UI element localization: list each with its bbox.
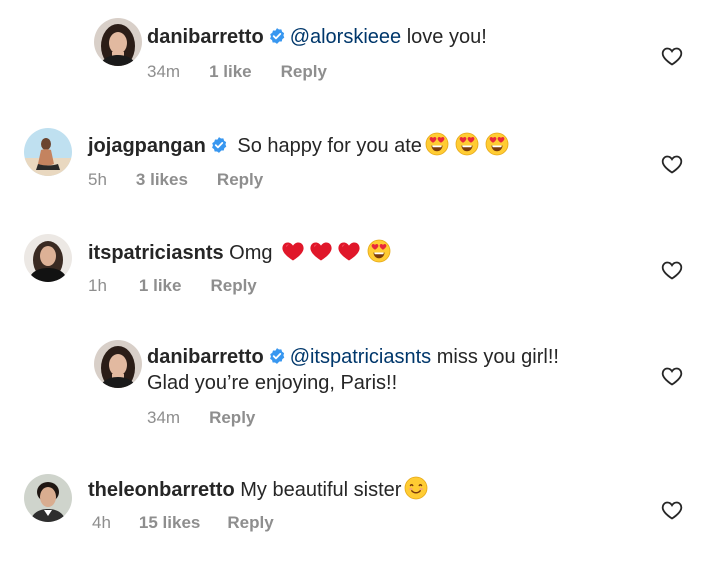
mention-link[interactable]: @itspatriciasnts — [290, 346, 431, 368]
avatar-leon — [24, 474, 72, 522]
avatar[interactable] — [94, 340, 142, 388]
avatar-dani — [94, 18, 142, 66]
verified-badge-icon — [268, 347, 286, 365]
comment-text-continued: Glad you’re enjoying, Paris!! — [147, 372, 398, 394]
red-heart-emoji — [309, 239, 333, 263]
comment-text: So happy for you ate — [231, 135, 422, 157]
like-heart-button[interactable] — [660, 364, 684, 388]
like-heart-button[interactable] — [660, 498, 684, 522]
comment-text-line: theleonbarretto My beautiful sister — [88, 476, 428, 503]
avatar-joja — [24, 128, 72, 176]
comment-meta: 1h 1 like Reply — [88, 275, 257, 297]
heart-eyes-emoji — [455, 132, 479, 156]
avatar-patricia — [24, 234, 72, 282]
comment-jojagpangan: jojagpangan So happy for you ate 5h 3 lik… — [0, 110, 720, 210]
comment-meta: 34m 1 like Reply — [147, 61, 327, 83]
comment-text-line: danibarretto @itspatriciasnts miss you gi… — [147, 344, 559, 370]
likes-count[interactable]: 3 likes — [136, 169, 188, 191]
smiling-emoji — [404, 476, 428, 500]
heart-icon — [660, 498, 684, 522]
reply-button[interactable]: Reply — [217, 169, 263, 191]
comment-text: My beautiful sister — [234, 479, 402, 501]
comment-theleonbarretto: theleonbarretto My beautiful sister 4h 15… — [0, 454, 720, 564]
red-heart-emoji — [281, 239, 305, 263]
timestamp[interactable]: 34m — [147, 61, 180, 83]
comment-reply-danibarretto-1: danibarretto @alorskieee love you! 34m 1 l… — [0, 0, 720, 100]
verified-badge-icon — [268, 27, 286, 45]
comment-text: Omg — [223, 242, 279, 264]
heart-icon — [660, 258, 684, 282]
like-heart-button[interactable] — [660, 44, 684, 68]
avatar[interactable] — [94, 18, 142, 66]
heart-icon — [660, 152, 684, 176]
comment-reply-danibarretto-2: danibarretto @itspatriciasnts miss you gi… — [0, 322, 720, 442]
comment-text: miss you girl!! — [431, 346, 559, 368]
reply-button[interactable]: Reply — [210, 275, 256, 297]
reply-button[interactable]: Reply — [209, 407, 255, 429]
reply-button[interactable]: Reply — [227, 512, 273, 534]
heart-eyes-emoji — [485, 132, 509, 156]
comment-text-line-2: Glad you’re enjoying, Paris!! — [147, 370, 397, 396]
timestamp[interactable]: 1h — [88, 275, 107, 297]
avatar[interactable] — [24, 474, 72, 522]
like-heart-button[interactable] — [660, 258, 684, 282]
heart-eyes-emoji — [425, 132, 449, 156]
comment-text: love you! — [401, 26, 487, 48]
like-heart-button[interactable] — [660, 152, 684, 176]
timestamp[interactable]: 34m — [147, 407, 180, 429]
username[interactable]: danibarretto — [147, 26, 264, 48]
avatar-dani — [94, 340, 142, 388]
heart-eyes-emoji — [367, 239, 391, 263]
username[interactable]: jojagpangan — [88, 135, 206, 157]
mention-link[interactable]: @alorskieee — [290, 26, 401, 48]
timestamp[interactable]: 5h — [88, 169, 107, 191]
comment-text-line: danibarretto @alorskieee love you! — [147, 24, 487, 50]
heart-icon — [660, 364, 684, 388]
comment-meta: 5h 3 likes Reply — [88, 169, 263, 191]
likes-count[interactable]: 1 like — [139, 275, 182, 297]
heart-icon — [660, 44, 684, 68]
likes-count[interactable]: 15 likes — [139, 512, 200, 534]
comment-meta: 4h 15 likes Reply — [88, 512, 274, 534]
timestamp[interactable]: 4h — [92, 512, 111, 534]
username[interactable]: itspatriciasnts — [88, 242, 224, 264]
verified-badge-icon — [210, 136, 228, 154]
likes-count[interactable]: 1 like — [209, 61, 252, 83]
reply-button[interactable]: Reply — [281, 61, 327, 83]
comment-text-line: jojagpangan So happy for you ate — [88, 132, 509, 159]
avatar[interactable] — [24, 128, 72, 176]
red-heart-emoji — [337, 239, 361, 263]
comment-text-line: itspatriciasnts Omg — [88, 239, 391, 266]
comment-itspatriciasnts: itspatriciasnts Omg 1h 1 like Reply — [0, 216, 720, 316]
avatar[interactable] — [24, 234, 72, 282]
comment-meta: 34m Reply — [147, 407, 255, 429]
username[interactable]: theleonbarretto — [88, 479, 235, 501]
username[interactable]: danibarretto — [147, 346, 264, 368]
